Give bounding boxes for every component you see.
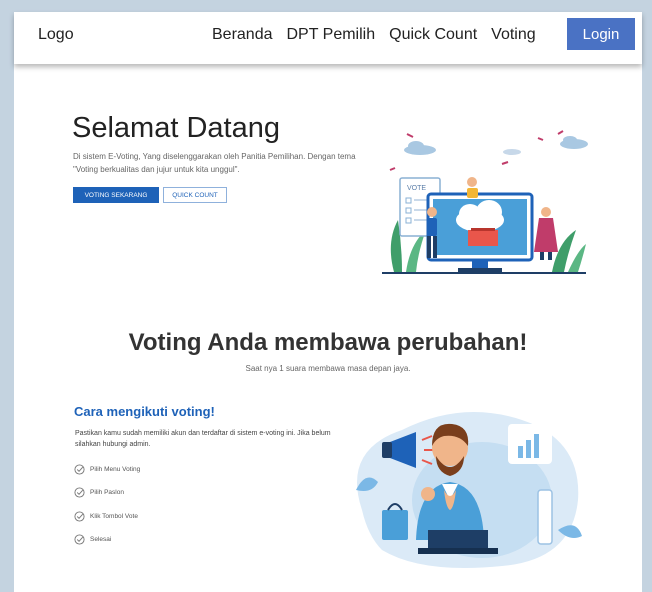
hero-description: Di sistem E-Voting, Yang diselenggarakan… <box>73 152 356 174</box>
quick-count-button[interactable]: QUICK COUNT <box>163 187 227 203</box>
list-item: Klik Tombol Vote <box>74 505 140 527</box>
nav-link-beranda[interactable]: Beranda <box>212 26 273 44</box>
check-circle-icon <box>74 510 85 522</box>
hero-title: Selamat Datang <box>72 112 280 144</box>
steps-description: Pastikan kamu sudah memiliki akun dan te… <box>75 430 331 448</box>
page: Logo Beranda DPT Pemilih Quick Count Vot… <box>14 12 642 592</box>
tagline-heading: Voting Anda membawa perubahan! <box>128 329 528 356</box>
steps-heading: Cara mengikuti voting! <box>74 404 215 419</box>
list-item: Selesai <box>74 529 140 551</box>
vote-text: VOTE <box>407 185 426 192</box>
nav-menu: Beranda DPT Pemilih Quick Count Voting <box>212 26 536 44</box>
logo-link[interactable]: Logo <box>38 26 74 44</box>
login-button[interactable]: Login <box>567 18 635 50</box>
speaker-illustration <box>356 412 582 568</box>
voting-now-button[interactable]: VOTING SEKARANG <box>73 187 159 203</box>
check-circle-icon <box>74 487 85 498</box>
step-label: Pilih Paslon <box>90 489 124 496</box>
step-label: Selesai <box>90 536 112 543</box>
list-item: Pilih Paslon <box>74 482 140 504</box>
navbar: Logo Beranda DPT Pemilih Quick Count Vot… <box>14 12 642 64</box>
check-circle-icon <box>74 463 85 475</box>
step-label: Pilih Menu Voting <box>90 465 141 473</box>
nav-link-dpt-pemilih[interactable]: DPT Pemilih <box>287 26 376 44</box>
voting-illustration: VOTE <box>382 130 588 274</box>
list-item: Pilih Menu Voting <box>74 458 140 480</box>
nav-link-quick-count[interactable]: Quick Count <box>389 26 477 44</box>
steps-list: Pilih Menu Voting Pilih Paslon Klik Tomb… <box>74 458 140 552</box>
step-label: Klik Tombol Vote <box>90 512 138 520</box>
tagline-subtitle: Saat nya 1 suara membawa masa depan jaya… <box>245 364 411 373</box>
check-circle-icon <box>74 534 85 545</box>
nav-link-voting[interactable]: Voting <box>491 26 535 44</box>
